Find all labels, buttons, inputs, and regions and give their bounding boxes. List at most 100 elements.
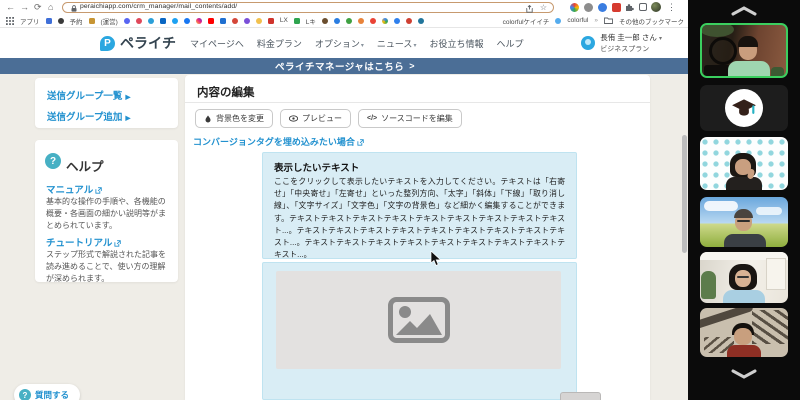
bookmark-icon[interactable] <box>46 18 52 24</box>
bird-bookmark-icon[interactable] <box>555 18 561 24</box>
nav-news[interactable]: ニュース▾ <box>377 37 417 50</box>
cloud-decor <box>704 201 738 211</box>
bookmarks-overflow-chevron[interactable]: » <box>594 17 598 24</box>
camera-extension-icon[interactable] <box>584 3 593 12</box>
maps-pin-bookmark-icon[interactable] <box>370 18 376 24</box>
bookmark-icon[interactable] <box>394 18 400 24</box>
editor-toolbar: 背景色を変更 プレビュー </> ソースコードを編集 <box>195 109 462 128</box>
url-text: peraichiapp.com/crm_manager/mail_content… <box>80 2 237 12</box>
scroll-down-button[interactable] <box>688 366 800 382</box>
bookmark-colorful-keiichi[interactable]: colorfulケイイチ <box>503 16 550 26</box>
bookmark-colorful[interactable]: colorful <box>567 17 588 24</box>
nav-help[interactable]: ヘルプ <box>496 37 523 50</box>
bookmark-icon[interactable] <box>322 18 328 24</box>
person-silhouette <box>727 345 761 357</box>
bookmark-icon[interactable] <box>124 18 130 24</box>
page-scrollbar[interactable] <box>682 135 687 253</box>
plant-decor <box>701 271 716 299</box>
twitter-bookmark-icon[interactable] <box>172 18 178 24</box>
bookmark-icon[interactable] <box>406 18 412 24</box>
pinwheel-extension-icon[interactable] <box>570 3 579 12</box>
participant-tile-3[interactable] <box>700 137 788 190</box>
external-link-icon <box>95 187 102 194</box>
drive-bookmark-icon[interactable] <box>382 18 388 24</box>
conversion-tag-link[interactable]: コンバージョンタグを埋め込みたい場合 <box>193 135 364 148</box>
bookmark-icon[interactable] <box>244 18 250 24</box>
nav-options[interactable]: オプション▾ <box>315 37 364 50</box>
nav-tips[interactable]: お役立ち情報 <box>429 37 483 50</box>
wordpress-bookmark-icon[interactable] <box>418 18 424 24</box>
tutorial-link[interactable]: チュートリアル <box>46 235 121 249</box>
crown-bookmark-icon[interactable] <box>89 18 95 24</box>
nav-mypage[interactable]: マイページへ <box>190 37 244 50</box>
bookmark-icon[interactable] <box>148 18 154 24</box>
manager-banner[interactable]: ペライチマネージャはこちら > <box>0 58 690 74</box>
video-thumbnail <box>700 308 788 357</box>
share-icon[interactable] <box>526 5 533 13</box>
partial-button[interactable] <box>560 392 601 400</box>
edit-source-button[interactable]: </> ソースコードを編集 <box>358 109 462 128</box>
extensions-puzzle-icon[interactable] <box>625 3 634 12</box>
forward-icon[interactable]: → <box>20 0 29 14</box>
bookmark-icon[interactable] <box>220 18 226 24</box>
bookmark-ops[interactable]: (運営) <box>101 16 118 26</box>
text-block[interactable]: 表示したいテキスト ここをクリックして表示したいテキストを入力してください。テキ… <box>262 152 577 259</box>
bookmark-apps[interactable]: アプリ <box>20 16 40 26</box>
instagram-bookmark-icon[interactable] <box>196 18 202 24</box>
bookmark-icon[interactable] <box>256 18 262 24</box>
tutorial-description: ステップ形式で解説された記事を読み進めることで、使い方の理解が深められます。 <box>46 249 168 285</box>
home-icon[interactable]: ⌂ <box>48 0 53 14</box>
equipment <box>704 65 730 77</box>
bookmark-icon[interactable] <box>334 18 340 24</box>
blue-extension-icon[interactable] <box>598 3 607 12</box>
user-menu[interactable]: 長侑 圭一郎 さん ▾ ビジネスプラン <box>581 33 662 54</box>
change-bg-color-button[interactable]: 背景色を変更 <box>195 109 273 128</box>
bookmark-reserve[interactable]: 予約 <box>70 16 83 26</box>
bookmark-icon[interactable] <box>294 18 300 24</box>
red-extension-icon[interactable] <box>612 3 621 12</box>
bookmark-lx[interactable]: LX <box>280 17 288 24</box>
bookmark-icon[interactable] <box>268 18 274 24</box>
bookmark-icon[interactable] <box>346 18 352 24</box>
bookmark-icon[interactable] <box>136 18 142 24</box>
plant-decor <box>771 67 784 76</box>
image-block[interactable] <box>262 262 577 400</box>
gmail-bookmark-icon[interactable] <box>232 18 238 24</box>
participant-tile-6[interactable] <box>700 308 788 357</box>
bookmark-lki[interactable]: Lキ <box>306 16 316 26</box>
profile-avatar[interactable] <box>651 2 661 12</box>
scroll-up-button[interactable] <box>688 3 800 19</box>
bookmarks-bar: アプリ 予約 (運営) LX Lキ colorfulケイイチ colorful <box>0 14 690 28</box>
tab-group-icon[interactable] <box>639 3 647 11</box>
manual-link[interactable]: マニュアル <box>46 182 102 196</box>
bookmark-icon[interactable] <box>358 18 364 24</box>
send-group-list-link[interactable]: 送信グループ一覧▶ <box>47 88 130 102</box>
nav-pricing[interactable]: 料金プラン <box>257 37 302 50</box>
send-group-add-link[interactable]: 送信グループ追加▶ <box>47 109 130 123</box>
peraichi-logo-text[interactable]: ペライチ <box>120 33 176 53</box>
peraichi-logo-icon[interactable]: P <box>100 36 115 51</box>
participant-tile-4[interactable] <box>700 197 788 247</box>
bookmark-star-icon[interactable]: ☆ <box>540 3 547 13</box>
bookmark-other-folder[interactable]: その他のブックマーク <box>619 16 684 26</box>
linkedin-bookmark-icon[interactable] <box>160 18 166 24</box>
participant-tile-1-active-speaker[interactable] <box>700 23 788 78</box>
reload-icon[interactable]: ⟳ <box>34 0 42 14</box>
participant-tile-5[interactable] <box>700 252 788 303</box>
bookmark-icon[interactable] <box>58 18 64 24</box>
facebook-bookmark-icon[interactable] <box>184 18 190 24</box>
ask-question-button[interactable]: ? 質問する <box>14 384 80 400</box>
back-icon[interactable]: ← <box>6 0 15 14</box>
participant-tile-2[interactable] <box>700 85 788 131</box>
user-plan: ビジネスプラン <box>600 44 662 54</box>
chrome-menu-icon[interactable]: ⋮ <box>667 0 676 14</box>
person-face <box>734 328 752 345</box>
preview-button[interactable]: プレビュー <box>280 109 351 128</box>
apps-grid-icon[interactable] <box>6 17 14 25</box>
image-placeholder[interactable] <box>276 271 561 369</box>
lock-icon <box>71 5 77 12</box>
youtube-bookmark-icon[interactable] <box>208 18 214 24</box>
chevron-down-icon <box>731 369 757 379</box>
content-edit-panel: 内容の編集 背景色を変更 プレビュー </> ソースコードを編集 コンバージョン… <box>185 75 650 400</box>
user-avatar-icon <box>581 36 595 50</box>
